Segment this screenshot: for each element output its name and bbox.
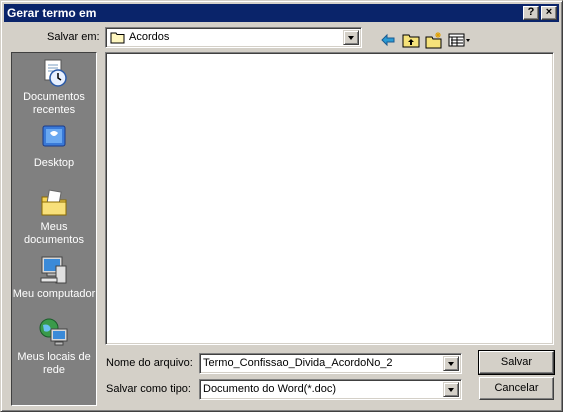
new-folder-icon[interactable]	[425, 31, 443, 49]
file-name-dropdown-button[interactable]	[443, 356, 459, 371]
file-type-value: Documento do Word(*.doc)	[203, 383, 337, 395]
cancel-button[interactable]: Cancelar	[479, 377, 554, 400]
place-my-computer[interactable]: Meu computador	[12, 254, 96, 318]
my-computer-icon	[40, 256, 67, 284]
title-bar[interactable]: Gerar termo em ? ×	[4, 4, 559, 22]
file-type-dropdown-button[interactable]	[443, 382, 459, 397]
view-menu-icon[interactable]	[448, 31, 472, 49]
close-button[interactable]: ×	[541, 6, 557, 20]
help-button[interactable]: ?	[523, 6, 539, 20]
place-recent-documents[interactable]: Documentos recentes	[12, 57, 96, 121]
place-label: Desktop	[33, 157, 75, 169]
desktop-icon	[42, 125, 66, 147]
save-in-dropdown-button[interactable]	[343, 30, 359, 45]
place-my-documents[interactable]: Meus documentos	[12, 187, 96, 251]
save-button[interactable]: Salvar	[478, 350, 555, 375]
place-network[interactable]: Meus locais de rede	[12, 317, 96, 381]
folder-icon	[110, 32, 125, 44]
file-type-label: Salvar como tipo:	[106, 383, 191, 395]
dialog-title: Gerar termo em	[7, 6, 97, 20]
save-in-value: Acordos	[129, 31, 170, 43]
place-label: Meus locais de rede	[17, 351, 91, 376]
my-documents-icon	[41, 189, 67, 216]
place-label: Documentos recentes	[23, 91, 85, 116]
network-places-icon	[39, 318, 68, 346]
place-label: Meus documentos	[24, 221, 84, 246]
save-dialog: Gerar termo em ? × Salvar em: Acordos Do…	[0, 0, 563, 412]
recent-documents-icon	[44, 59, 67, 87]
save-in-label: Salvar em:	[47, 31, 100, 43]
file-list[interactable]	[105, 52, 554, 345]
place-label: Meu computador	[12, 288, 96, 300]
file-name-combo[interactable]: Termo_Confissao_Divida_AcordoNo_2	[199, 353, 462, 374]
file-type-combo[interactable]: Documento do Word(*.doc)	[199, 379, 462, 400]
save-in-combo[interactable]: Acordos	[105, 27, 362, 48]
place-desktop[interactable]: Desktop	[12, 123, 96, 175]
back-arrow-icon[interactable]	[379, 31, 397, 49]
places-bar: Documentos recentes Desktop Meus documen…	[11, 52, 97, 406]
up-folder-icon[interactable]	[402, 31, 420, 49]
file-name-input[interactable]: Termo_Confissao_Divida_AcordoNo_2	[203, 357, 393, 369]
file-name-label: Nome do arquivo:	[106, 357, 193, 369]
